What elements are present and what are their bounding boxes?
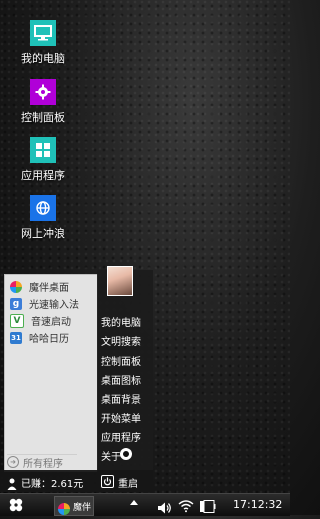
start-menu: 魔伴桌面 g 光速输入法 V 音速启动 31 哈哈日历 ➜ 所有程序 我的电脑 … <box>0 266 153 492</box>
menu-item-desktop-background[interactable]: 桌面背景 <box>101 391 141 406</box>
start-app-label: 音速启动 <box>31 317 71 328</box>
desktop-icon-control-panel[interactable]: 控制面板 <box>10 79 76 125</box>
taskbar: 魔伴 17:12:32 <box>0 493 290 516</box>
desktop-icon-label: 网上冲浪 <box>21 227 65 240</box>
start-app-label: 魔伴桌面 <box>29 283 69 294</box>
start-menu-shortcuts: 我的电脑 文明搜索 控制面板 桌面图标 桌面背景 开始菜单 应用程序 关于 <box>97 266 153 492</box>
desktop-icon-web-surfing[interactable]: 网上冲浪 <box>10 195 76 241</box>
monitor-icon <box>30 20 56 46</box>
start-app-item[interactable]: g 光速输入法 <box>5 295 97 312</box>
start-app-item[interactable]: V 音速启动 <box>5 312 97 329</box>
calendar-icon: 31 <box>10 331 22 344</box>
wifi-icon[interactable] <box>178 498 194 513</box>
pinwheel-icon <box>58 500 70 515</box>
desktop-icon-label: 应用程序 <box>21 169 65 182</box>
avatar[interactable] <box>107 266 133 296</box>
menu-item-desktop-icons[interactable]: 桌面图标 <box>101 372 141 387</box>
globe-icon <box>30 195 56 221</box>
start-app-label: 哈哈日历 <box>29 334 69 345</box>
toggle-dot-icon[interactable] <box>120 448 132 460</box>
restart-button[interactable]: 重启 <box>118 475 138 490</box>
desktop-icon-my-computer[interactable]: 我的电脑 <box>10 20 76 66</box>
all-programs-button[interactable]: ➜ 所有程序 <box>7 454 77 470</box>
start-app-label: 光速输入法 <box>29 300 79 311</box>
arrow-right-icon: ➜ <box>7 456 19 468</box>
start-app-item[interactable]: 31 哈哈日历 <box>5 329 97 346</box>
person-icon <box>6 475 18 490</box>
start-menu-app-list: 魔伴桌面 g 光速输入法 V 音速启动 31 哈哈日历 ➜ 所有程序 <box>4 274 98 472</box>
desktop-icon-label: 我的电脑 <box>21 52 65 65</box>
battery-icon[interactable] <box>200 498 216 513</box>
power-icon[interactable] <box>101 475 114 488</box>
menu-item-about[interactable]: 关于 <box>101 448 121 463</box>
menu-item-applications[interactable]: 应用程序 <box>101 429 141 444</box>
menu-item-search[interactable]: 文明搜索 <box>101 333 141 348</box>
start-app-item[interactable]: 魔伴桌面 <box>5 278 97 295</box>
menu-item-my-computer[interactable]: 我的电脑 <box>101 314 141 329</box>
menu-item-start-menu[interactable]: 开始菜单 <box>101 410 141 425</box>
menu-item-control-panel[interactable]: 控制面板 <box>101 353 141 368</box>
desktop-icon-label: 控制面板 <box>21 111 65 124</box>
taskbar-clock: 17:12:32 <box>233 498 283 511</box>
v-icon: V <box>10 313 24 328</box>
grid-icon <box>30 137 56 163</box>
pinwheel-icon <box>10 280 22 293</box>
desktop-icon-applications[interactable]: 应用程序 <box>10 137 76 183</box>
all-programs-label: 所有程序 <box>23 458 63 470</box>
start-button-icon[interactable] <box>8 497 24 513</box>
taskbar-app-moban[interactable]: 魔伴 <box>54 496 94 516</box>
start-menu-footer: 已赚：2.61元 重启 <box>0 470 153 492</box>
tray-expand-icon[interactable] <box>130 500 138 505</box>
volume-icon[interactable] <box>158 499 172 514</box>
gear-icon <box>30 79 56 105</box>
taskbar-app-label: 魔伴 <box>73 502 92 513</box>
g-icon: g <box>10 297 22 310</box>
earned-amount: 已赚：2.61元 <box>21 479 84 490</box>
